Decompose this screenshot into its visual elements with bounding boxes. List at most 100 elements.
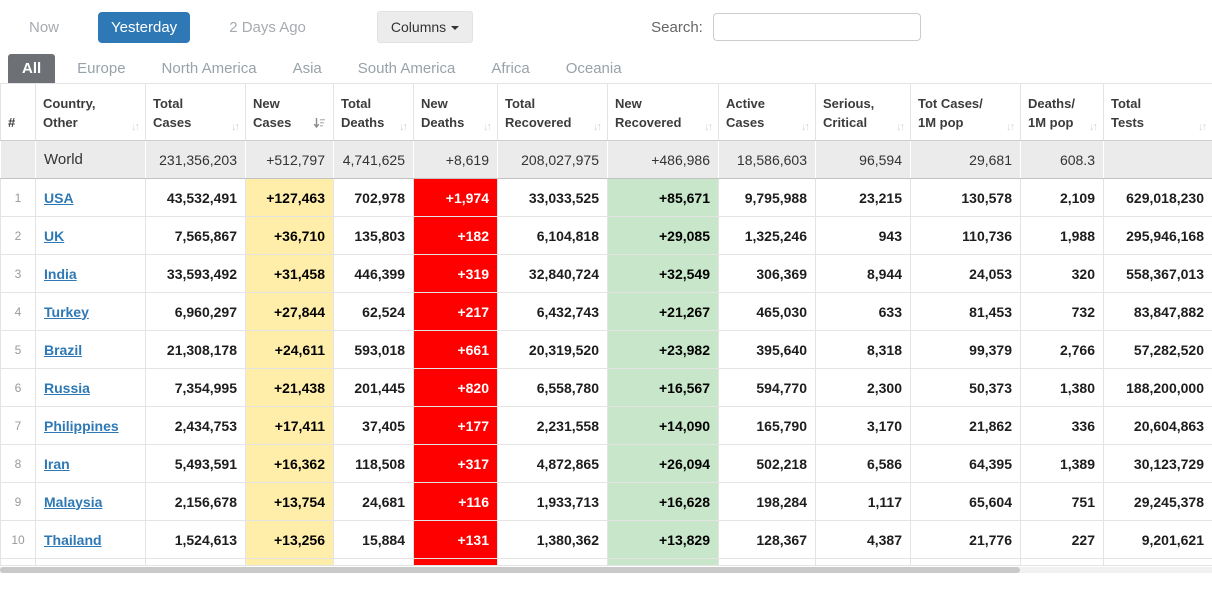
country-link[interactable]: Philippines — [44, 418, 119, 434]
cell-active_cases: 9,795,988 — [719, 179, 816, 217]
column-header-active_cases[interactable]: ActiveCases↓↑ — [719, 84, 816, 141]
cell-deaths_1m: 336 — [1021, 407, 1104, 445]
country-link[interactable]: Thailand — [44, 532, 102, 548]
cell-total_deaths: 24,681 — [334, 483, 414, 521]
cell-country: World — [36, 141, 146, 179]
column-header-new_recovered[interactable]: NewRecovered↓↑ — [608, 84, 719, 141]
cell-total_recovered: 6,558,780 — [498, 369, 608, 407]
table-row: 1USA43,532,491+127,463702,978+1,97433,03… — [1, 179, 1212, 217]
country-link[interactable]: Turkey — [44, 304, 89, 320]
country-link[interactable]: Iran — [44, 456, 70, 472]
cell-active_cases: 198,284 — [719, 483, 816, 521]
table-row: 2UK7,565,867+36,710135,803+1826,104,818+… — [1, 217, 1212, 255]
cell-active_cases: 128,367 — [719, 521, 816, 559]
column-header-serious_critical[interactable]: Serious,Critical↓↑ — [816, 84, 911, 141]
column-header-total_recovered[interactable]: TotalRecovered↓↑ — [498, 84, 608, 141]
cell-total_deaths: 37,405 — [334, 407, 414, 445]
cell-new_recovered: +26,094 — [608, 445, 719, 483]
tab-south-america[interactable]: South America — [344, 54, 470, 83]
tab-europe[interactable]: Europe — [63, 54, 139, 83]
column-header-total_deaths[interactable]: TotalDeaths↓↑ — [334, 84, 414, 141]
now-button[interactable]: Now — [16, 12, 72, 43]
cell-new_cases: +13,256 — [246, 521, 334, 559]
column-header-total_cases[interactable]: TotalCases↓↑ — [146, 84, 246, 141]
horizontal-scrollbar-thumb[interactable] — [0, 567, 1020, 573]
sort-both-icon: ↓↑ — [129, 121, 138, 133]
cell-serious_critical: 4,387 — [816, 521, 911, 559]
search-input[interactable] — [713, 13, 921, 41]
cell-total_recovered: 33,033,525 — [498, 179, 608, 217]
cell-total_tests: 20,604,863 — [1104, 407, 1212, 445]
cell-deaths_1m: 732 — [1021, 293, 1104, 331]
caret-down-icon — [451, 26, 459, 30]
cell-new_deaths: +317 — [414, 445, 498, 483]
cell-active_cases: 594,770 — [719, 369, 816, 407]
cell-total_deaths: 446,399 — [334, 255, 414, 293]
cell-deaths_1m: 1,988 — [1021, 217, 1104, 255]
cell-serious_critical: 3,170 — [816, 407, 911, 445]
two-days-ago-button[interactable]: 2 Days Ago — [216, 12, 319, 43]
covid-stats-table: #Country,Other↓↑TotalCases↓↑NewCasesTota… — [0, 83, 1212, 566]
tab-oceania[interactable]: Oceania — [552, 54, 636, 83]
column-header-country[interactable]: Country,Other↓↑ — [36, 84, 146, 141]
cell-total_deaths: 118,508 — [334, 445, 414, 483]
country-link[interactable]: Russia — [44, 380, 90, 396]
cell-country: UK — [36, 217, 146, 255]
cell-total_tests: 30,123,729 — [1104, 445, 1212, 483]
country-link[interactable]: UK — [44, 228, 64, 244]
cell-total_recovered: 2,231,558 — [498, 407, 608, 445]
column-header-new_deaths[interactable]: NewDeaths↓↑ — [414, 84, 498, 141]
toolbar: Now Yesterday 2 Days Ago Columns Search: — [0, 0, 1212, 50]
cell-new_deaths: +182 — [414, 217, 498, 255]
cell-new_cases: +512,797 — [246, 141, 334, 179]
cell-new_deaths: +319 — [414, 255, 498, 293]
cell-total_cases: 6,960,297 — [146, 293, 246, 331]
column-header-total_tests[interactable]: TotalTests ↓↑ — [1104, 84, 1212, 141]
tab-all[interactable]: All — [8, 54, 55, 83]
cell-serious_critical: 8,318 — [816, 331, 911, 369]
yesterday-button[interactable]: Yesterday — [98, 12, 190, 43]
cell-rank: 10 — [1, 521, 36, 559]
column-header-new_cases[interactable]: NewCases — [246, 84, 334, 141]
cell-active_cases — [719, 559, 816, 566]
column-header-label: ActiveCases — [726, 95, 765, 133]
cell-serious_critical: 6,586 — [816, 445, 911, 483]
cell-new_cases — [246, 559, 334, 566]
cell-new_deaths: +1,974 — [414, 179, 498, 217]
cell-tot_cases_1m: 110,736 — [911, 217, 1021, 255]
cell-deaths_1m: 320 — [1021, 255, 1104, 293]
cell-tot_cases_1m: 65,604 — [911, 483, 1021, 521]
cell-total_tests — [1104, 559, 1212, 566]
country-link[interactable]: USA — [44, 190, 74, 206]
sort-both-icon: ↓↑ — [1196, 121, 1205, 133]
tab-africa[interactable]: Africa — [477, 54, 543, 83]
cell-new_recovered: +16,567 — [608, 369, 719, 407]
cell-new_deaths: +131 — [414, 521, 498, 559]
column-header-label: TotalTests — [1111, 95, 1144, 133]
columns-dropdown-button[interactable]: Columns — [377, 11, 473, 43]
cell-serious_critical — [816, 559, 911, 566]
country-link[interactable]: India — [44, 266, 77, 282]
cell-tot_cases_1m: 81,453 — [911, 293, 1021, 331]
cell-total_recovered: 1,933,713 — [498, 483, 608, 521]
column-header-tot_cases_1m[interactable]: Tot Cases/1M pop↓↑ — [911, 84, 1021, 141]
cell-new_recovered: +486,986 — [608, 141, 719, 179]
column-header-rank[interactable]: # — [1, 84, 36, 141]
table-row: 10Thailand1,524,613+13,25615,884+1311,38… — [1, 521, 1212, 559]
sort-both-icon: ↓↑ — [1087, 121, 1096, 133]
column-header-deaths_1m[interactable]: Deaths/1M pop↓↑ — [1021, 84, 1104, 141]
tab-north-america[interactable]: North America — [148, 54, 271, 83]
column-header-label: TotalDeaths — [341, 95, 384, 133]
horizontal-scrollbar — [0, 567, 1212, 573]
cell-country: India — [36, 255, 146, 293]
cell-rank — [1, 559, 36, 566]
cell-total_cases: 43,532,491 — [146, 179, 246, 217]
country-link[interactable]: Brazil — [44, 342, 82, 358]
cell-rank: 9 — [1, 483, 36, 521]
tab-asia[interactable]: Asia — [279, 54, 336, 83]
cell-country: Philippines — [36, 407, 146, 445]
cell-new_deaths: +177 — [414, 407, 498, 445]
country-link[interactable]: Malaysia — [44, 494, 102, 510]
cell-tot_cases_1m: 21,862 — [911, 407, 1021, 445]
column-header-label: # — [8, 114, 15, 133]
